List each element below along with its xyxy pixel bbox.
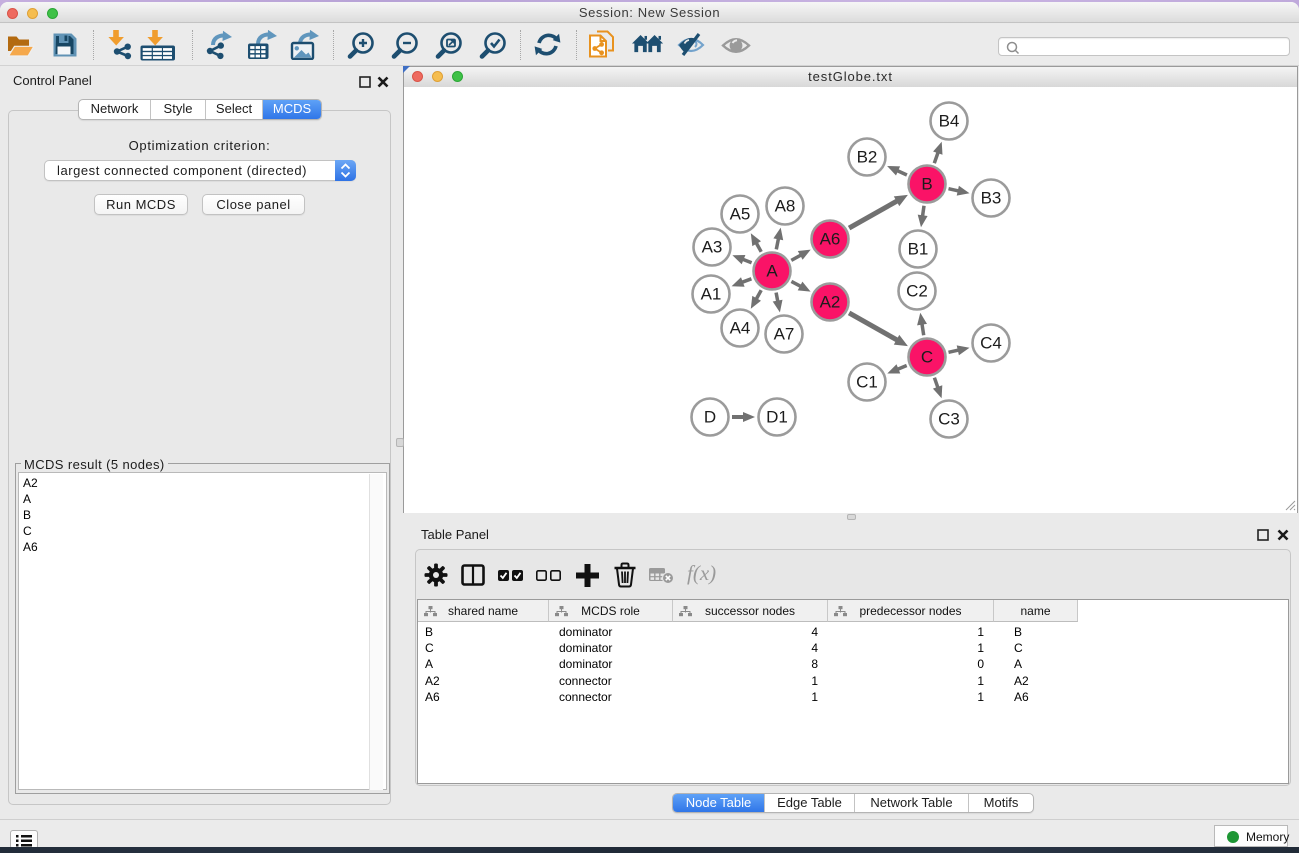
svg-text:C4: C4 [980,334,1002,353]
svg-text:A: A [766,262,778,281]
svg-text:A2: A2 [820,293,841,312]
svg-text:A6: A6 [820,230,841,249]
svg-text:D: D [704,408,716,427]
svg-text:A3: A3 [702,238,723,257]
svg-text:A4: A4 [730,319,751,338]
svg-text:B4: B4 [939,112,960,131]
svg-text:A5: A5 [730,205,751,224]
svg-text:C3: C3 [938,410,960,429]
svg-text:C: C [921,348,933,367]
svg-text:A8: A8 [775,197,796,216]
svg-text:D1: D1 [766,408,788,427]
svg-text:B1: B1 [908,240,929,259]
svg-text:B: B [921,175,932,194]
svg-text:C2: C2 [906,282,928,301]
svg-text:A1: A1 [701,285,722,304]
svg-text:B3: B3 [981,189,1002,208]
svg-text:C1: C1 [856,373,878,392]
svg-text:A7: A7 [774,325,795,344]
svg-text:B2: B2 [857,148,878,167]
